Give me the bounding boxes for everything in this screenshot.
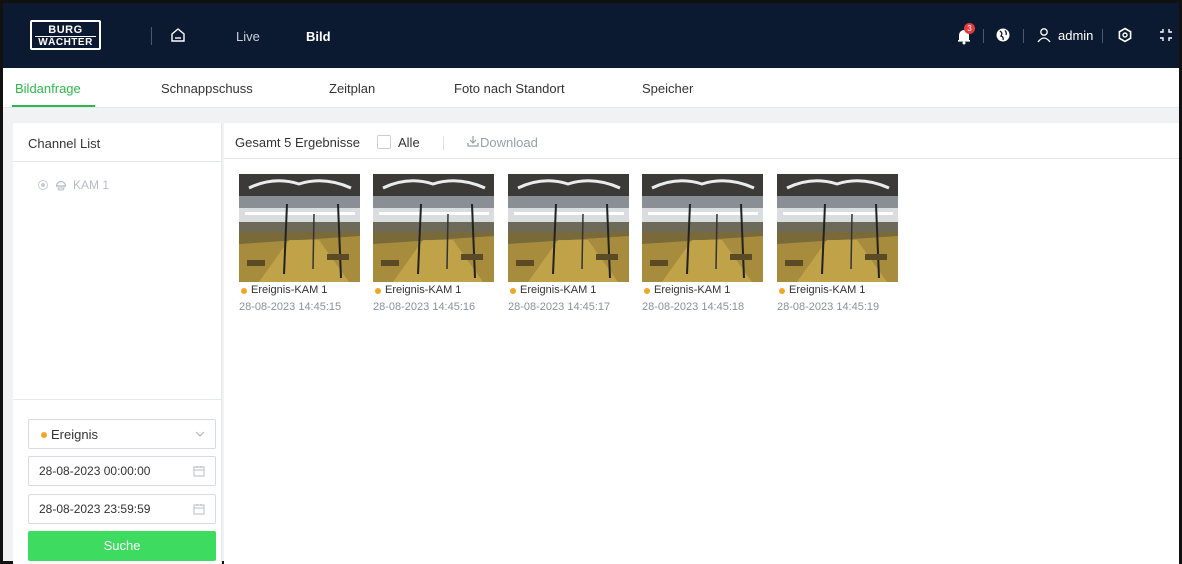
calendar-icon (193, 504, 205, 515)
fullscreen-icon[interactable] (1158, 27, 1174, 43)
brand-line2: WÄCHTER (35, 36, 96, 48)
user-icon[interactable] (1037, 27, 1051, 43)
home-icon[interactable] (170, 27, 186, 43)
channel-label[interactable]: KAM 1 (73, 178, 109, 192)
download-icon[interactable] (467, 135, 479, 147)
globe-icon[interactable] (995, 27, 1011, 43)
notification-badge: 3 (964, 23, 975, 34)
event-dot (375, 288, 381, 294)
snapshot-time: 28-08-2023 14:45:15 (239, 301, 342, 313)
snapshot-name: Ereignis-KAM 1 (251, 284, 328, 296)
select-all-label[interactable]: Alle (398, 135, 420, 150)
snapshot-name: Ereignis-KAM 1 (789, 284, 866, 296)
results-toolbar: Gesamt 5 Ergebnisse Alle Download (224, 123, 1179, 159)
event-dot (510, 288, 516, 294)
divider (983, 29, 984, 43)
start-date-value: 28-08-2023 00:00:00 (39, 464, 151, 478)
camera-icon (55, 180, 67, 191)
calendar-icon (193, 466, 205, 477)
snapshot-thumbnail[interactable] (642, 174, 763, 282)
top-bar: BURG WÄCHTER Live Bild 3 admin (3, 3, 1179, 68)
app-window: BURG WÄCHTER Live Bild 3 admin Bildanfra… (0, 0, 1182, 564)
nav-bild[interactable]: Bild (306, 29, 331, 44)
snapshot-thumbnail[interactable] (508, 174, 629, 282)
snapshot-time: 28-08-2023 14:45:18 (642, 301, 745, 313)
event-type-select[interactable]: Ereignis (28, 419, 216, 449)
event-dot (644, 288, 650, 294)
chevron-down-icon (195, 431, 205, 437)
divider (13, 161, 222, 162)
gear-icon[interactable] (1117, 27, 1133, 43)
search-button[interactable]: Suche (28, 531, 216, 561)
channel-panel: Channel List KAM 1 Ereignis 28-08-2023 0… (13, 123, 222, 564)
event-dot (779, 288, 785, 294)
results-count: Gesamt 5 Ergebnisse (235, 135, 361, 150)
channel-list-title: Channel List (28, 136, 101, 151)
snapshot-name: Ereignis-KAM 1 (520, 284, 597, 296)
event-type-value: Ereignis (51, 427, 98, 442)
snapshot-name: Ereignis-KAM 1 (654, 284, 731, 296)
tab-foto-nach-standort[interactable]: Foto nach Standort (454, 81, 565, 96)
divider (1102, 29, 1103, 43)
start-date-field[interactable]: 28-08-2023 00:00:00 (28, 456, 216, 486)
snapshot-thumbnail[interactable] (777, 174, 898, 282)
snapshot-time: 28-08-2023 14:45:16 (373, 301, 476, 313)
divider (151, 27, 152, 45)
download-button[interactable]: Download (480, 135, 538, 150)
event-dot (41, 432, 47, 438)
divider (1023, 29, 1024, 43)
snapshot-thumbnail[interactable] (239, 174, 360, 282)
snapshot-thumbnail[interactable] (373, 174, 494, 282)
tab-bar: Bildanfrage Schnappschuss Zeitplan Foto … (3, 68, 1179, 108)
tab-schnappschuss[interactable]: Schnappschuss (161, 81, 253, 96)
results-panel: Gesamt 5 Ergebnisse Alle Download Ereign… (224, 123, 1179, 564)
snapshot-name: Ereignis-KAM 1 (385, 284, 462, 296)
snapshot-time: 28-08-2023 14:45:17 (508, 301, 611, 313)
snapshot-time: 28-08-2023 14:45:19 (777, 301, 880, 313)
channel-radio[interactable] (38, 180, 48, 190)
end-date-value: 28-08-2023 23:59:59 (39, 502, 151, 516)
nav-live[interactable]: Live (236, 29, 260, 44)
tab-speicher[interactable]: Speicher (642, 81, 693, 96)
user-name[interactable]: admin (1058, 28, 1093, 43)
divider (13, 399, 222, 400)
brand-logo[interactable]: BURG WÄCHTER (30, 20, 101, 50)
divider (443, 136, 444, 150)
tab-bildanfrage[interactable]: Bildanfrage (15, 81, 81, 96)
select-all-checkbox[interactable] (377, 135, 391, 149)
tab-zeitplan[interactable]: Zeitplan (329, 81, 375, 96)
active-tab-indicator (12, 105, 95, 107)
event-dot (241, 288, 247, 294)
end-date-field[interactable]: 28-08-2023 23:59:59 (28, 494, 216, 524)
brand-line1: BURG (48, 24, 83, 36)
